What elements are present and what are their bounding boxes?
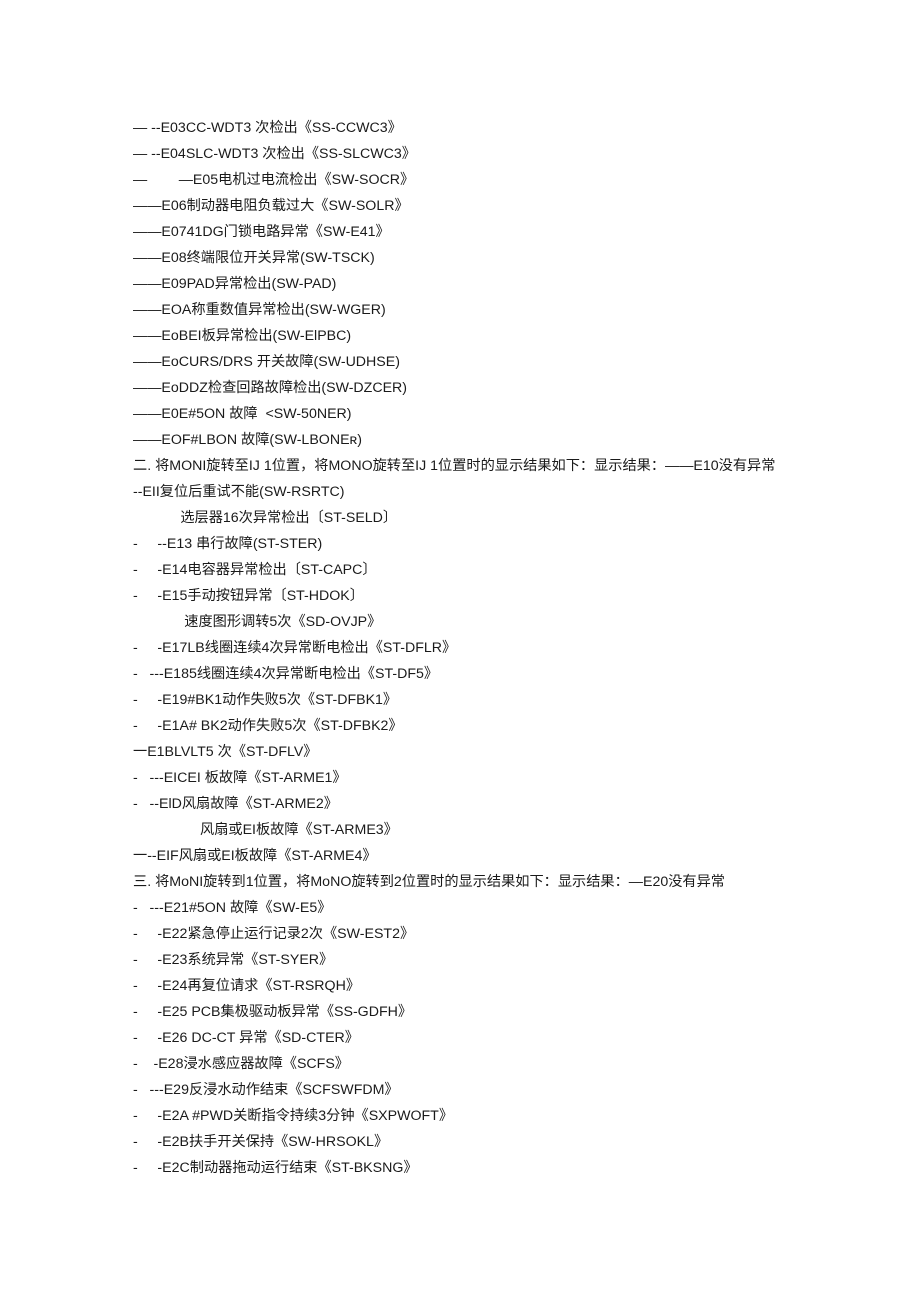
- text-line: - -E19#BK1动作失败5次《ST-DFBK1》: [133, 687, 800, 713]
- text-line: ——EoDDZ检查回路故障检出(SW-DZCER): [133, 375, 800, 401]
- text-line: - -E22紧急停止运行记录2次《SW-EST2》: [133, 921, 800, 947]
- text-line: - -E2B扶手开关保持《SW-HRSOKL》: [133, 1129, 800, 1155]
- text-line: ——E06制动器电阻负载过大《SW-SOLR》: [133, 193, 800, 219]
- text-line: — --E04SLC-WDT3 次检出《SS-SLCWC3》: [133, 141, 800, 167]
- text-line: - -E14电容器异常检出〔ST-CAPC〕: [133, 557, 800, 583]
- text-line: 选层器16次异常检出〔ST-SELD〕: [133, 505, 800, 531]
- text-line: - -E25 PCB集极驱动板异常《SS-GDFH》: [133, 999, 800, 1025]
- text-line: ——E09PAD异常检出(SW-PAD): [133, 271, 800, 297]
- text-line: - -E17LB线圈连续4次异常断电检出《ST-DFLR》: [133, 635, 800, 661]
- document-body: — --E03CC-WDT3 次检出《SS-CCWC3》— --E04SLC-W…: [133, 115, 800, 1181]
- text-line: ——E0741DG门锁电路异常《SW-E41》: [133, 219, 800, 245]
- text-line: 三. 将MoNI旋转到1位置，将MoNO旋转到2位置时的显示结果如下：显示结果：…: [133, 869, 800, 895]
- text-line: - -E28浸水感应器故障《SCFS》: [133, 1051, 800, 1077]
- text-line: ——EoCURS/DRS 开关故障(SW-UDHSE): [133, 349, 800, 375]
- text-line: ——E08终端限位开关异常(SW-TSCK): [133, 245, 800, 271]
- text-line: ——EoBEI板异常检出(SW-ElPBC): [133, 323, 800, 349]
- text-line: - -E15手动按钮异常〔ST-HDOK〕: [133, 583, 800, 609]
- text-line: — —E05电机过电流检出《SW-SOCR》: [133, 167, 800, 193]
- text-line: 速度图形调转5次《SD-OVJP》: [133, 609, 800, 635]
- text-line: - -E26 DC-CT 异常《SD-CTER》: [133, 1025, 800, 1051]
- text-line: ——E0E#5ON 故障 <SW-50NER): [133, 401, 800, 427]
- text-line: - -E1A# BK2动作失败5次《ST-DFBK2》: [133, 713, 800, 739]
- text-line: 一--EIF风扇或EI板故障《ST-ARME4》: [133, 843, 800, 869]
- text-line: ——EOF#LBON 故障(SW-LBONEʀ): [133, 427, 800, 453]
- text-line: - ---E21#5ON 故障《SW-E5》: [133, 895, 800, 921]
- text-line: ——EOA称重数值异常检出(SW-WGER): [133, 297, 800, 323]
- text-line: — --E03CC-WDT3 次检出《SS-CCWC3》: [133, 115, 800, 141]
- text-line: 风扇或EI板故障《ST-ARME3》: [133, 817, 800, 843]
- text-line: - --ElD风扇故障《ST-ARME2》: [133, 791, 800, 817]
- text-line: - -E23系统异常《ST-SYER》: [133, 947, 800, 973]
- text-line: - ---E29反浸水动作结束《SCFSWFDM》: [133, 1077, 800, 1103]
- text-line: 二. 将MONI旋转至IJ 1位置，将MONO旋转至IJ 1位置时的显示结果如下…: [133, 453, 800, 479]
- text-line: --EII复位后重试不能(SW-RSRTC): [133, 479, 800, 505]
- text-line: - -E2A #PWD关断指令持续3分钟《SXPWOFT》: [133, 1103, 800, 1129]
- text-line: - ---EICEI 板故障《ST-ARME1》: [133, 765, 800, 791]
- text-line: 一E1BLVLT5 次《ST-DFLV》: [133, 739, 800, 765]
- text-line: - -E24再复位请求《ST-RSRQH》: [133, 973, 800, 999]
- text-line: - ---E185线圈连续4次异常断电检出《ST-DF5》: [133, 661, 800, 687]
- text-line: - --E13 串行故障(ST-STER): [133, 531, 800, 557]
- text-line: - -E2C制动器拖动运行结束《ST-BKSNG》: [133, 1155, 800, 1181]
